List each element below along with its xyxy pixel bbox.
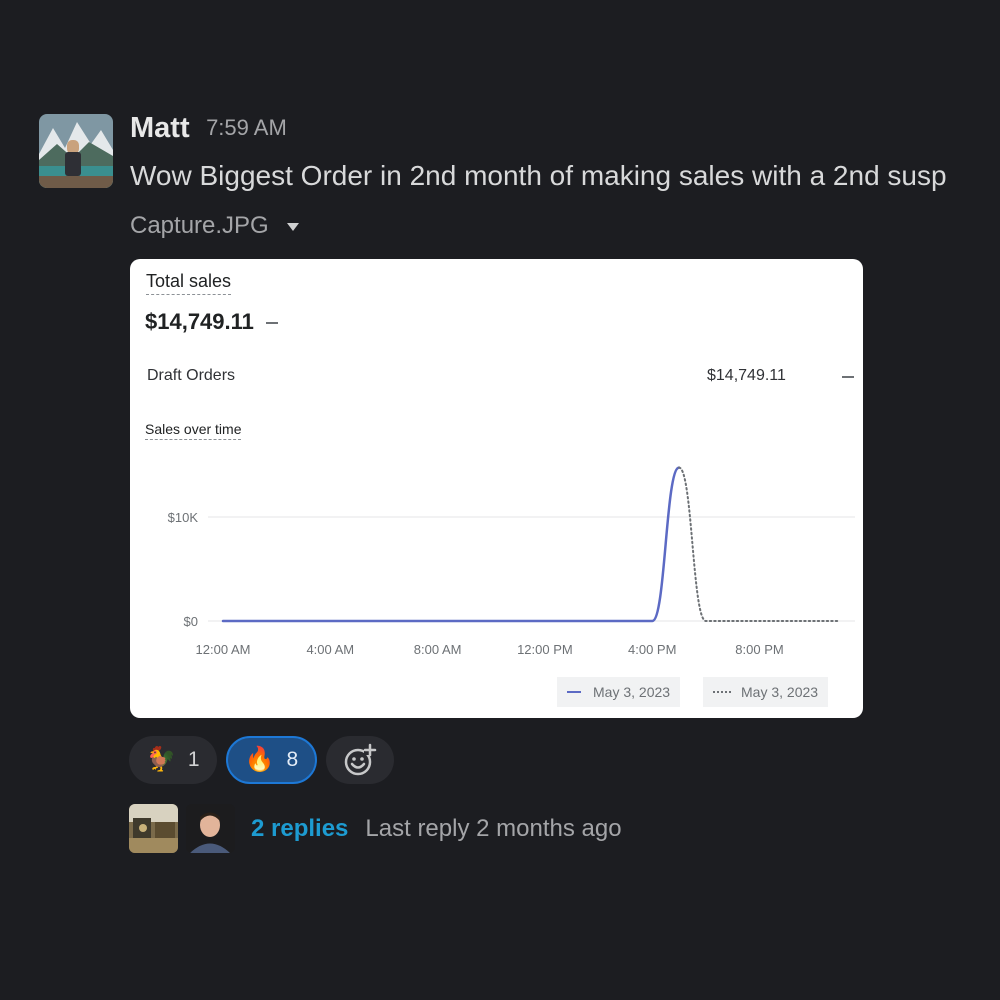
y-tick-label: $10K [168, 510, 199, 525]
message-timestamp[interactable]: 7:59 AM [206, 115, 287, 140]
avatar-image [186, 804, 235, 853]
sales-chart: $0 $10K 12:00 AM 4:00 AM 8:00 AM 12:00 PM 4:00… [168, 466, 855, 657]
add-emoji-icon [344, 743, 377, 776]
thread-participant-avatar[interactable] [129, 804, 178, 853]
avatar-image [39, 114, 113, 188]
reaction-count: 8 [286, 748, 299, 771]
reactions-bar: 🐓 1 🔥 8 [129, 736, 395, 784]
fire-icon: 🔥 [244, 746, 275, 773]
x-tick-label: 8:00 AM [414, 642, 462, 657]
series-line-dotted [678, 466, 841, 622]
legend-solid-line-icon [567, 691, 581, 693]
reaction-count: 1 [187, 748, 200, 771]
legend-label: May 3, 2023 [741, 684, 819, 700]
x-tick-label: 12:00 AM [196, 642, 251, 657]
caret-down-icon[interactable] [286, 223, 299, 231]
legend-item-dotted: May 3, 2023 [703, 677, 829, 707]
series-line-solid [221, 466, 681, 623]
x-tick-label: 8:00 PM [735, 642, 783, 657]
add-reaction-button[interactable] [326, 736, 395, 784]
attachment-header[interactable]: Capture.JPG [130, 212, 299, 240]
y-tick-label: $0 [184, 614, 198, 629]
author-avatar[interactable] [39, 114, 113, 188]
legend-label: May 3, 2023 [593, 684, 671, 700]
thread-participant-avatar[interactable] [186, 804, 235, 853]
thread-summary[interactable]: 2 replies Last reply 2 months ago [129, 804, 622, 853]
legend-dotted-line-icon [713, 691, 731, 693]
last-reply-text: Last reply 2 months ago [365, 814, 622, 842]
attachment-image[interactable]: Total sales $14,749.11 Draft Orders $14,… [130, 259, 863, 718]
message-text: Wow Biggest Order in 2nd month of making… [130, 160, 947, 191]
attachment-file-name[interactable]: Capture.JPG [130, 212, 269, 240]
reaction-rooster[interactable]: 🐓 1 [129, 736, 217, 784]
legend-item-solid: May 3, 2023 [557, 677, 681, 707]
author-name[interactable]: Matt [130, 112, 190, 144]
x-tick-label: 12:00 PM [517, 642, 573, 657]
x-tick-label: 4:00 PM [628, 642, 676, 657]
reaction-fire[interactable]: 🔥 8 [225, 736, 318, 784]
rooster-icon: 🐓 [146, 746, 176, 773]
x-tick-label: 4:00 AM [306, 642, 354, 657]
avatar-image [129, 804, 178, 853]
replies-link[interactable]: 2 replies [251, 815, 348, 843]
message: Matt 7:59 AM Wow Biggest Order in 2nd mo… [0, 0, 1000, 1000]
